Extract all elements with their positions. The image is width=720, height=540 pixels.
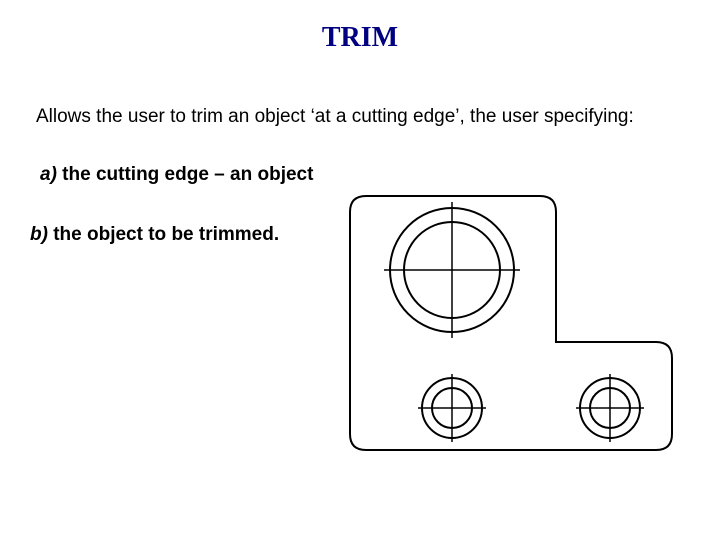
point-a: a) the cutting edge – an object	[40, 164, 313, 186]
intro-text: Allows the user to trim an object ‘at a …	[36, 106, 634, 128]
point-b-text: the object to be trimmed.	[48, 224, 279, 245]
point-a-prefix: a)	[40, 164, 57, 185]
page-title: TRIM	[0, 22, 720, 54]
point-b-prefix: b)	[30, 224, 48, 245]
trim-figure	[342, 190, 688, 460]
slide: TRIM Allows the user to trim an object ‘…	[0, 0, 720, 540]
point-b: b) the object to be trimmed.	[30, 224, 279, 246]
point-a-text: the cutting edge – an object	[57, 164, 314, 185]
trim-drawing-svg	[342, 190, 688, 460]
